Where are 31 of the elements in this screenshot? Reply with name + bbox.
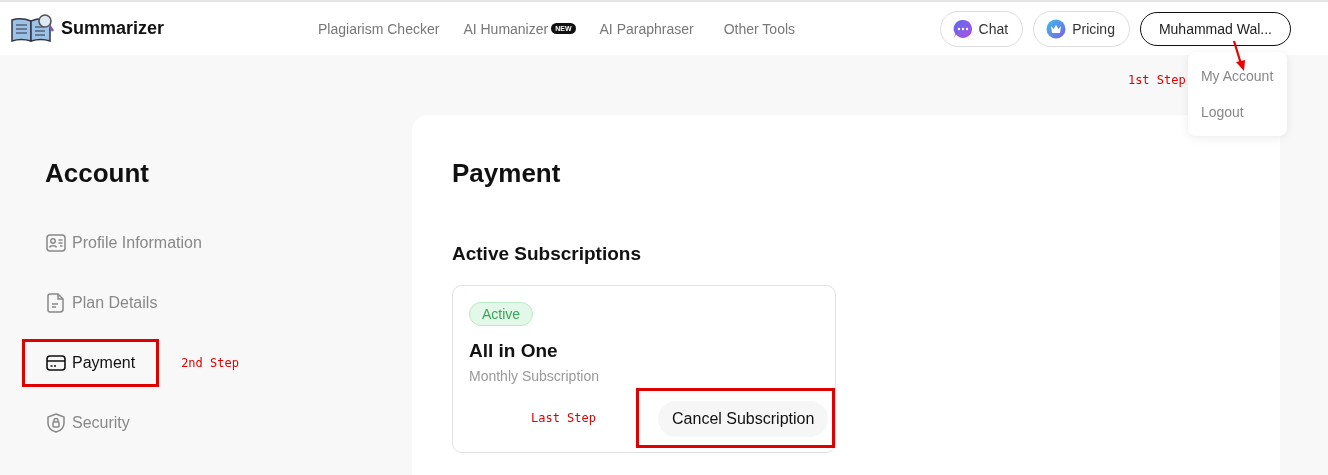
section-title: Active Subscriptions [452,243,642,265]
annotation-arrow [1231,39,1246,72]
credit-card-icon [46,353,66,373]
plan-name: All in One [469,340,558,362]
pricing-button[interactable]: Pricing [1033,10,1130,47]
document-icon [46,293,66,313]
sidebar-item[interactable]: Security [22,399,154,447]
book-magnifier-icon [10,13,54,44]
crown-icon [1046,18,1067,39]
chat-button[interactable]: Chat [939,10,1024,47]
nav-link[interactable]: AI Paraphraser [599,20,694,37]
menu-item[interactable]: Logout [1187,93,1287,130]
sidebar-item[interactable]: Profile Information [22,219,226,267]
id-card-icon [46,233,66,253]
nav-link[interactable]: Other Tools [723,20,796,37]
shield-lock-icon [46,413,66,433]
sidebar-title: Account [45,158,150,189]
plan-period: Monthly Subscription [469,368,599,384]
sidebar-item[interactable]: Payment [22,339,160,387]
annotation-label: 2nd Step [181,356,239,370]
status-badge: Active [469,302,534,326]
brand-name: Summarizer [61,18,165,39]
cancel-subscription-button[interactable]: Cancel Subscription [658,401,829,437]
annotation-label: 1st Step [1127,72,1186,87]
page-title: Payment [452,158,562,189]
sidebar-item[interactable]: Plan Details [22,279,182,327]
chat-bubble-icon [952,18,973,39]
nav-link[interactable]: Plagiarism Checker [318,20,440,37]
menu-item[interactable]: My Account [1187,57,1287,94]
annotation-label: Last Step [531,411,597,425]
user-menu-button[interactable]: Muhammad Wal... [1139,11,1291,46]
